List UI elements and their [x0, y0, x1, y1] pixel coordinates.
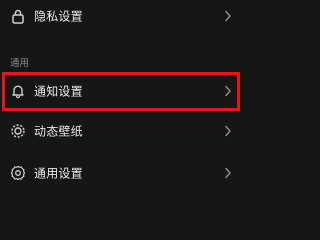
- lock-icon: [10, 8, 26, 24]
- bell-icon: [10, 83, 26, 99]
- gear-icon: [10, 165, 26, 181]
- gear-sun-icon: [10, 123, 26, 139]
- chevron-right-icon: [224, 85, 232, 97]
- settings-item-notifications[interactable]: 通知设置: [0, 73, 244, 109]
- settings-item-label: 隐私设置: [34, 9, 83, 24]
- settings-screen: 隐私设置 通用 通知设置 动态壁纸 通用设置: [0, 0, 244, 206]
- settings-item-privacy[interactable]: 隐私设置: [0, 0, 244, 34]
- chevron-right-icon: [224, 167, 232, 179]
- settings-item-label: 通知设置: [34, 84, 83, 99]
- settings-item-label: 动态壁纸: [34, 124, 83, 139]
- chevron-right-icon: [224, 10, 232, 22]
- settings-item-live-wallpaper[interactable]: 动态壁纸: [0, 113, 244, 149]
- settings-item-label: 通用设置: [34, 166, 83, 181]
- settings-item-general[interactable]: 通用设置: [0, 155, 244, 191]
- chevron-right-icon: [224, 125, 232, 137]
- section-header-general: 通用: [10, 58, 30, 69]
